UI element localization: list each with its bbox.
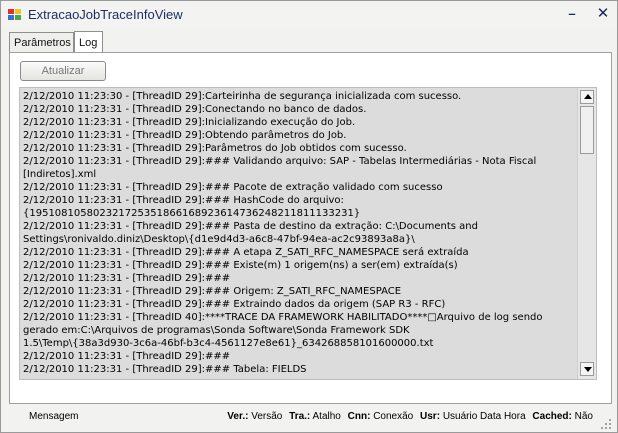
tab-log[interactable]: Log bbox=[74, 31, 103, 53]
log-line: 2/12/2010 11:23:31 - [ThreadID 29]:### H… bbox=[23, 195, 344, 206]
status-bar: Mensagem Ver.: Versão Tra.: Atalho Cnn: … bbox=[1, 406, 617, 426]
log-line: {195108105802321725351866168923614736248… bbox=[23, 208, 361, 219]
log-line: gerado em:C:\Arquivos de programas\Sonda… bbox=[23, 325, 410, 336]
status-cached-value: Não bbox=[574, 411, 593, 422]
scroll-thumb[interactable] bbox=[580, 106, 594, 154]
log-line: 1.5\Temp\{38a3d930-3c6a-46bf-b3c4-456112… bbox=[23, 338, 434, 349]
log-line: 2/12/2010 11:23:31 - [ThreadID 29]:### bbox=[23, 351, 231, 362]
log-line: 2/12/2010 11:23:31 - [ThreadID 40]:****T… bbox=[23, 312, 543, 323]
close-button[interactable]: ✕ bbox=[594, 5, 612, 23]
status-version-key: Ver.: bbox=[227, 411, 249, 422]
vertical-scrollbar[interactable] bbox=[577, 88, 596, 379]
status-fields: Ver.: Versão Tra.: Atalho Cnn: Conexão U… bbox=[227, 411, 597, 422]
scroll-up-button[interactable] bbox=[580, 90, 594, 104]
log-tab-panel: Atualizar 2/12/2010 11:23:30 - [ThreadID… bbox=[9, 52, 612, 404]
log-line: Settings\ronivaldo.diniz\Desktop\{d1e9d4… bbox=[23, 234, 415, 245]
log-content: 2/12/2010 11:23:30 - [ThreadID 29]:Carte… bbox=[23, 90, 575, 376]
log-line: 2/12/2010 11:23:31 - [ThreadID 29]:### V… bbox=[23, 156, 537, 167]
status-user-key: Usr: bbox=[420, 411, 441, 422]
tab-parametros[interactable]: Parâmetros bbox=[9, 32, 74, 53]
status-cached-key: Cached: bbox=[532, 411, 572, 422]
main-window: ExtracaoJobTraceInfoView – ✕ Parâmetros … bbox=[0, 0, 618, 433]
window-title: ExtracaoJobTraceInfoView bbox=[28, 7, 183, 22]
log-line: 2/12/2010 11:23:31 - [ThreadID 29]:### E… bbox=[23, 260, 458, 271]
status-version-value: Versão bbox=[251, 411, 283, 422]
refresh-button[interactable]: Atualizar bbox=[20, 61, 106, 81]
log-line: 2/12/2010 11:23:31 - [ThreadID 29]:### bbox=[23, 273, 231, 284]
log-line: [Indiretos].xml bbox=[23, 169, 97, 180]
log-line: 2/12/2010 11:23:31 - [ThreadID 29]:### P… bbox=[23, 182, 443, 193]
log-line: 2/12/2010 11:23:31 - [ThreadID 29]:### A… bbox=[23, 247, 469, 258]
log-line: 2/12/2010 11:23:31 - [ThreadID 29]:### O… bbox=[23, 286, 402, 297]
log-line: 2/12/2010 11:23:31 - [ThreadID 29]:Conec… bbox=[23, 104, 367, 115]
status-shortcut-value: Atalho bbox=[312, 411, 341, 422]
status-user-value: Usuário Data Hora bbox=[442, 411, 526, 422]
scroll-down-button[interactable] bbox=[580, 362, 594, 376]
status-message: Mensagem bbox=[29, 411, 79, 422]
log-textarea[interactable]: 2/12/2010 11:23:30 - [ThreadID 29]:Carte… bbox=[19, 87, 597, 380]
log-line: 2/12/2010 11:23:31 - [ThreadID 29]:Inici… bbox=[23, 117, 356, 128]
log-line: 2/12/2010 11:23:31 - [ThreadID 29]:### P… bbox=[23, 221, 478, 232]
log-line: 2/12/2010 11:23:31 - [ThreadID 29]:### E… bbox=[23, 299, 446, 310]
title-bar[interactable]: ExtracaoJobTraceInfoView – ✕ bbox=[1, 1, 617, 28]
app-window-icon[interactable] bbox=[8, 9, 22, 21]
status-connection-value: Conexão bbox=[373, 411, 414, 422]
arrow-up-icon bbox=[584, 94, 592, 99]
log-line: 2/12/2010 11:23:31 - [ThreadID 29]:### T… bbox=[23, 364, 307, 375]
log-line: 2/12/2010 11:23:30 - [ThreadID 29]:Carte… bbox=[23, 91, 462, 102]
log-line: 2/12/2010 11:23:31 - [ThreadID 29]:Obten… bbox=[23, 130, 347, 141]
arrow-down-icon bbox=[584, 367, 592, 372]
resize-grip-icon[interactable] bbox=[601, 419, 613, 431]
status-connection-key: Cnn: bbox=[347, 411, 371, 422]
status-shortcut-key: Tra.: bbox=[289, 411, 311, 422]
log-line: 2/12/2010 11:23:31 - [ThreadID 29]:Parâm… bbox=[23, 143, 407, 154]
minimize-button[interactable]: – bbox=[563, 5, 581, 23]
